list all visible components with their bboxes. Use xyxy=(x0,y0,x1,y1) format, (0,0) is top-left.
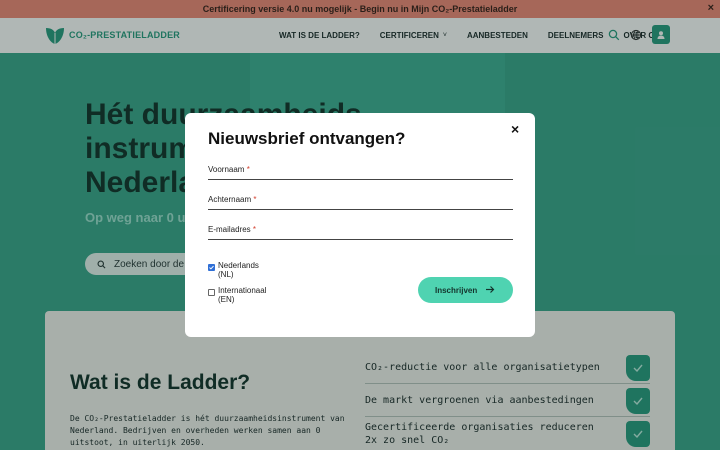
field-label: Voornaam xyxy=(208,165,245,174)
option-internationaal: Internationaal (EN) xyxy=(208,286,266,304)
arrow-right-icon xyxy=(486,286,495,293)
option-label-line: (EN) xyxy=(218,295,235,304)
subscribe-button[interactable]: Inschrijven xyxy=(418,277,513,303)
required-mark: * xyxy=(252,225,257,234)
subscribe-label: Inschrijven xyxy=(435,285,478,295)
field-label: E-mailadres xyxy=(208,225,251,234)
close-icon[interactable]: × xyxy=(511,122,519,136)
required-mark: * xyxy=(253,195,257,204)
checkmark-icon xyxy=(209,265,214,270)
newsletter-modal: Nieuwsbrief ontvangen? × Voornaam * Acht… xyxy=(185,113,535,337)
option-label-line: Internationaal xyxy=(218,286,267,295)
first-name-field[interactable]: Voornaam * xyxy=(208,163,513,180)
internationaal-checkbox[interactable] xyxy=(208,289,215,296)
required-mark: * xyxy=(246,165,250,174)
email-field[interactable]: E-mailadres * xyxy=(208,223,513,240)
modal-title: Nieuwsbrief ontvangen? xyxy=(208,129,406,148)
option-label-line: Nederlands xyxy=(218,261,259,270)
nederlands-checkbox[interactable] xyxy=(208,264,215,271)
last-name-field[interactable]: Achternaam * xyxy=(208,193,513,210)
option-label: Nederlands (NL) xyxy=(218,261,259,279)
option-label: Internationaal (EN) xyxy=(218,286,266,304)
option-nederlands: Nederlands (NL) xyxy=(208,261,259,279)
field-label: Achternaam xyxy=(208,195,252,204)
option-label-line: (NL) xyxy=(218,270,234,279)
